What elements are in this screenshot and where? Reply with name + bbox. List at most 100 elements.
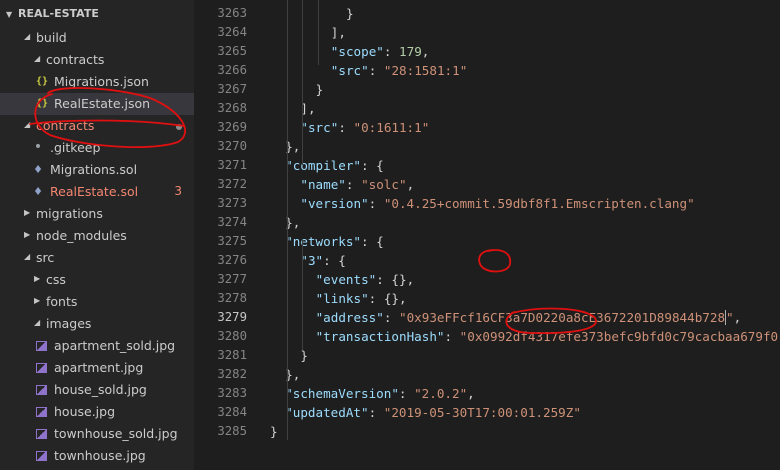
code-line[interactable]: "src": "0:1611:1": [300, 118, 429, 137]
indent-guide: [302, 0, 304, 165]
tree-item-build[interactable]: ◢ build: [0, 27, 194, 49]
json-punctuation: : {},: [368, 291, 407, 306]
json-key: "compiler": [285, 158, 362, 173]
line-number: 3277: [217, 272, 247, 286]
json-punctuation: }: [346, 6, 354, 21]
json-punctuation: :: [444, 329, 460, 344]
line-number: 3285: [217, 424, 247, 438]
tree-item-contracts[interactable]: ◢ contracts: [0, 115, 194, 137]
json-string: "solc": [361, 177, 407, 192]
code-line[interactable]: "networks": {: [285, 232, 384, 251]
line-number: 3278: [217, 291, 247, 305]
tree-item-house-jpg[interactable]: house.jpg: [0, 401, 194, 423]
code-line[interactable]: ],: [331, 23, 346, 42]
tree-item-house-sold-jpg[interactable]: house_sold.jpg: [0, 379, 194, 401]
code-line[interactable]: }: [346, 4, 354, 23]
json-string: "0x0992df4317efe373befc9bfd0c79cacbaa679…: [459, 329, 779, 344]
json-string: "2.0.2": [414, 386, 468, 401]
line-number: 3274: [217, 215, 247, 229]
json-punctuation: :: [368, 196, 384, 211]
json-key: "src": [330, 63, 369, 78]
json-punctuation: }: [300, 348, 308, 363]
solidity-file-icon: ♦: [33, 163, 43, 176]
json-key: "links": [315, 291, 369, 306]
tree-item-label: RealEstate.sol: [50, 184, 139, 199]
line-number: 3282: [217, 367, 247, 381]
tree-item-css[interactable]: ▶ css: [0, 269, 194, 291]
code-line[interactable]: "updatedAt": "2019-05-30T17:00:01.259Z": [285, 403, 581, 422]
line-number: 3269: [217, 120, 247, 134]
tree-item-fonts[interactable]: ▶ fonts: [0, 291, 194, 313]
tree-item-apartment-sold-jpg[interactable]: apartment_sold.jpg: [0, 335, 194, 357]
tree-item-realestate-sol[interactable]: ♦ RealEstate.sol 3: [0, 181, 194, 203]
tree-item-label: css: [46, 272, 66, 287]
json-key: "name": [300, 177, 346, 192]
code-line[interactable]: "links": {},: [316, 289, 407, 308]
line-number: 3267: [217, 82, 247, 96]
line-number: 3276: [217, 253, 247, 267]
code-line[interactable]: "events": {},: [316, 270, 415, 289]
tree-item-realestate-json[interactable]: {} RealEstate.json: [0, 93, 194, 115]
chevron-down-icon: ◢: [34, 54, 41, 63]
json-punctuation: :: [383, 44, 400, 59]
chevron-down-icon: ◢: [24, 120, 31, 129]
code-editor[interactable]: 3263 3264 3265 3266 3267 3268 3269 3270 3271 3272…: [195, 0, 780, 470]
code-line[interactable]: "src": "28:1581:1": [331, 61, 468, 80]
json-punctuation: }: [270, 424, 278, 439]
tree-item-label: townhouse_sold.jpg: [54, 426, 178, 441]
tree-item-townhouse-sold-jpg[interactable]: townhouse_sold.jpg: [0, 423, 194, 445]
image-file-icon: [36, 429, 47, 439]
tree-item-townhouse-jpg[interactable]: townhouse.jpg: [0, 445, 194, 467]
chevron-down-icon: ◢: [24, 252, 31, 261]
code-line[interactable]: }: [270, 422, 278, 441]
file-icon: •: [33, 139, 43, 155]
tree-item-label: apartment.jpg: [54, 360, 144, 375]
code-line[interactable]: "address": "0x93eFFcf16CF3a7D0220a8cE367…: [316, 308, 741, 327]
tree-item-node-modules[interactable]: ▶ node_modules: [0, 225, 194, 247]
tree-item-label: contracts: [46, 52, 105, 67]
tree-item-label: Migrations.json: [54, 74, 149, 89]
json-string: "0.4.25+commit.59dbf8f1.Emscripten.clang…: [383, 196, 695, 211]
tree-item-label: townhouse.jpg: [54, 448, 146, 463]
tree-item-contracts[interactable]: ◢ contracts: [0, 49, 194, 71]
json-key: "schemaVersion": [285, 386, 399, 401]
tree-item-src[interactable]: ◢ src: [0, 247, 194, 269]
explorer-section-title: REAL-ESTATE: [18, 7, 99, 20]
tree-item-label: node_modules: [36, 228, 127, 243]
tree-item-migrations-sol[interactable]: ♦ Migrations.sol: [0, 159, 194, 181]
code-line[interactable]: "3": {: [300, 251, 346, 270]
json-punctuation: :: [398, 386, 415, 401]
tree-item--gitkeep[interactable]: • .gitkeep: [0, 137, 194, 159]
json-file-icon: {}: [36, 76, 49, 87]
json-punctuation: : {: [361, 234, 384, 249]
json-string: "2019-05-30T17:00:01.259Z": [383, 405, 581, 420]
code-line[interactable]: "name": "solc",: [300, 175, 414, 194]
json-string: ": [726, 310, 734, 325]
tree-item-label: src: [36, 250, 55, 265]
json-key: "scope": [330, 44, 384, 59]
json-punctuation: :: [368, 405, 384, 420]
chevron-right-icon: ▶: [24, 230, 31, 239]
chevron-right-icon: ▶: [24, 208, 31, 217]
code-line[interactable]: "scope": 179,: [331, 42, 430, 61]
code-line[interactable]: "schemaVersion": "2.0.2",: [285, 384, 475, 403]
code-line[interactable]: "transactionHash": "0x0992df4317efe373be…: [316, 327, 779, 346]
tree-item-label: house_sold.jpg: [54, 382, 147, 397]
explorer-section-header[interactable]: ▼ REAL-ESTATE: [0, 4, 194, 26]
tree-item-images[interactable]: ◢ images: [0, 313, 194, 335]
line-number: 3272: [217, 177, 247, 191]
tree-item-migrations-json[interactable]: {} Migrations.json: [0, 71, 194, 93]
line-number: 3271: [217, 158, 247, 172]
tree-item-label: build: [36, 30, 67, 45]
json-string: "0:1611:1": [353, 120, 430, 135]
code-line[interactable]: "compiler": {: [285, 156, 384, 175]
code-line[interactable]: }: [316, 80, 324, 99]
chevron-right-icon: ▶: [34, 274, 41, 283]
json-punctuation: }: [315, 82, 324, 97]
code-line[interactable]: "version": "0.4.25+commit.59dbf8f1.Emscr…: [300, 194, 694, 213]
tree-item-apartment-jpg[interactable]: apartment.jpg: [0, 357, 194, 379]
line-number: 3268: [217, 101, 247, 115]
json-punctuation: : {},: [376, 272, 415, 287]
tree-item-migrations[interactable]: ▶ migrations: [0, 203, 194, 225]
tree-item-label: contracts: [36, 118, 95, 133]
